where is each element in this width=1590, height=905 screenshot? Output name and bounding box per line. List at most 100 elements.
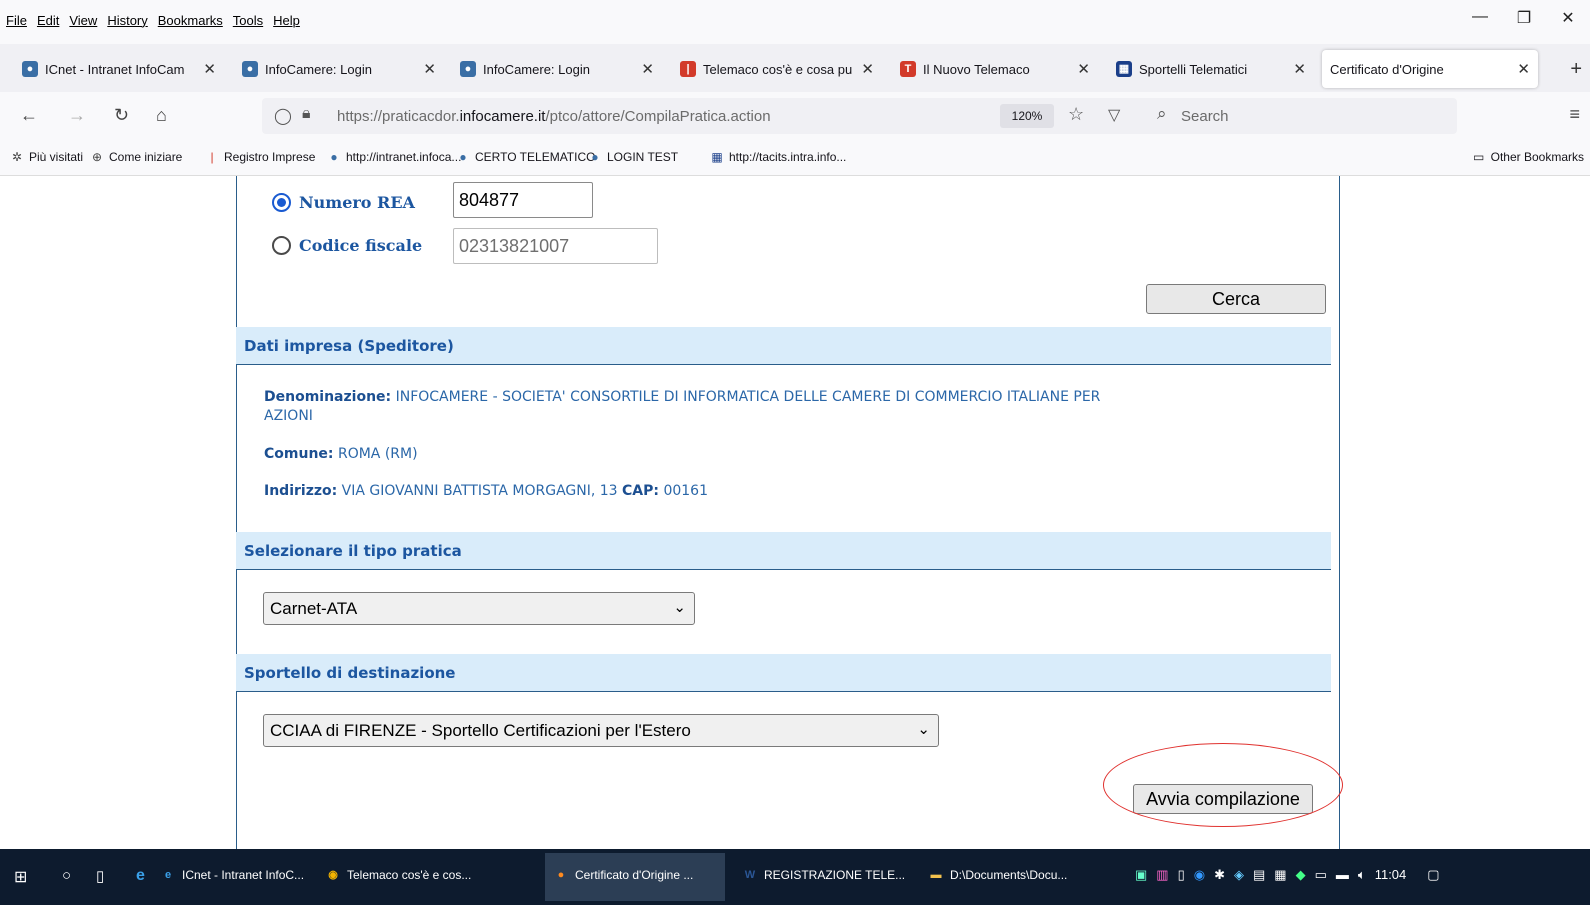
tab-1[interactable]: ● InfoCamere: Login ✕ xyxy=(234,50,444,88)
telemaco-t-icon: T xyxy=(900,61,916,77)
zoom-level[interactable]: 120% xyxy=(1000,104,1054,128)
infocamere-icon: ● xyxy=(330,150,338,164)
taskbar-item[interactable]: ▬ D:\Documents\Docu... xyxy=(920,853,1125,901)
close-tab-icon[interactable]: ✕ xyxy=(1077,60,1090,78)
codice-fiscale-input[interactable] xyxy=(453,228,658,264)
lock-icon[interactable]: 🔒︎ xyxy=(302,105,311,123)
rea-radio[interactable] xyxy=(272,193,291,212)
folder-icon: ▭ xyxy=(1472,150,1485,164)
tray-app-icon[interactable]: ▥ xyxy=(1156,867,1168,883)
cerca-button[interactable]: Cerca xyxy=(1146,284,1326,314)
task-view-icon[interactable]: ▯ xyxy=(96,867,104,885)
hp-icon[interactable]: ◉ xyxy=(1194,867,1205,883)
new-tab-button[interactable]: + xyxy=(1570,58,1582,81)
sportello-value: CCIAA di FIRENZE - Sportello Certificazi… xyxy=(270,721,691,740)
sportelli-icon: ▦ xyxy=(711,150,723,164)
bookmark-item[interactable]: ● LOGIN TEST xyxy=(588,150,678,164)
security-icon[interactable]: ◆ xyxy=(1296,867,1306,883)
menu-view[interactable]: View xyxy=(69,13,97,28)
bookmark-item[interactable]: ✲ Più visitati xyxy=(10,150,83,164)
url-bar[interactable]: ◯ 🔒︎ https://praticacdor.infocamere.it/p… xyxy=(262,98,1457,134)
menu-icon[interactable]: ≡ xyxy=(1569,104,1580,125)
tab-label: Sportelli Telematici xyxy=(1139,61,1248,77)
bookmark-label: Come iniziare xyxy=(109,150,183,164)
tracking-shield-icon[interactable]: ◯ xyxy=(274,106,292,126)
restore-button[interactable]: ❐ xyxy=(1502,8,1546,28)
taskbar-label: ICnet - Intranet InfoC... xyxy=(182,868,305,882)
word-icon: W xyxy=(744,869,756,881)
tray-app-icon[interactable]: ▦ xyxy=(1274,867,1286,883)
taskbar-item[interactable]: W REGISTRAZIONE TELE... xyxy=(734,853,914,901)
bookmark-label: LOGIN TEST xyxy=(607,150,679,164)
bookmarks-bar: ▭ Other Bookmarks ✲ Più visitati ⊕ Come ini… xyxy=(0,140,1590,176)
menu-file[interactable]: File xyxy=(6,13,27,28)
bookmark-label: http://intranet.infoca... xyxy=(346,150,462,164)
url-text[interactable]: https://praticacdor.infocamere.it/ptco/a… xyxy=(337,108,771,125)
avvia-compilazione-button[interactable]: Avvia compilazione xyxy=(1133,784,1313,814)
tray-app-icon[interactable]: ▯ xyxy=(1178,867,1185,883)
tab-label: Il Nuovo Telemaco xyxy=(923,61,1030,77)
tab-6[interactable]: Certificato d'Origine ✕ xyxy=(1322,50,1538,88)
codice-fiscale-radio[interactable] xyxy=(272,236,291,255)
other-bookmarks[interactable]: ▭ Other Bookmarks xyxy=(1472,150,1584,164)
close-tab-icon[interactable]: ✕ xyxy=(861,60,874,78)
bookmark-star-icon[interactable]: ☆ xyxy=(1068,104,1084,125)
tab-0[interactable]: ● ICnet - Intranet InfoCam ✕ xyxy=(14,50,224,88)
back-icon[interactable]: ← xyxy=(20,105,38,126)
ie-icon: e xyxy=(164,869,172,881)
search-icon[interactable]: ○ xyxy=(62,867,71,884)
menu-history[interactable]: History xyxy=(107,13,147,28)
folder-icon: ▬ xyxy=(930,869,942,881)
bookmark-item[interactable]: ▦ http://tacits.intra.info... xyxy=(710,150,846,164)
taskbar-item[interactable]: ◉ Telemaco cos'è e cos... xyxy=(317,853,532,901)
navigation-bar: ← → ↻ ⌂ ◯ 🔒︎ https://praticacdor.infocam… xyxy=(0,92,1590,140)
bookmark-label: CERTO TELEMATICO xyxy=(475,150,596,164)
volume-icon[interactable]: 🔈︎ xyxy=(1358,867,1366,883)
search-placeholder[interactable]: Search xyxy=(1181,108,1229,125)
close-tab-icon[interactable]: ✕ xyxy=(641,60,654,78)
chrome-icon: ◉ xyxy=(328,869,338,881)
reload-icon[interactable]: ↻ xyxy=(114,105,129,126)
taskbar-item[interactable]: e ICnet - Intranet InfoC... xyxy=(152,853,312,901)
menu-edit[interactable]: Edit xyxy=(37,13,59,28)
menu-help[interactable]: Help xyxy=(273,13,300,28)
taskbar-label: Telemaco cos'è e cos... xyxy=(347,868,472,882)
tray-app-icon[interactable]: ◈ xyxy=(1234,867,1244,883)
sportello-select[interactable]: CCIAA di FIRENZE - Sportello Certificazi… xyxy=(263,714,939,747)
denominazione: Denominazione: INFOCAMERE - SOCIETA' CON… xyxy=(264,389,1101,424)
close-tab-icon[interactable]: ✕ xyxy=(1293,60,1306,78)
taskbar-item[interactable]: ● Certificato d'Origine ... xyxy=(545,853,725,901)
indirizzo: Indirizzo: VIA GIOVANNI BATTISTA MORGAGN… xyxy=(264,483,708,499)
forward-icon[interactable]: → xyxy=(68,105,86,126)
close-window-button[interactable]: ✕ xyxy=(1546,8,1590,28)
bookmark-item[interactable]: ⊕ Come iniziare xyxy=(90,150,182,164)
bookmark-item[interactable]: | Registro Imprese xyxy=(205,150,315,164)
battery-icon[interactable]: ▬ xyxy=(1336,867,1349,883)
close-tab-icon[interactable]: ✕ xyxy=(423,60,436,78)
menu-bookmarks[interactable]: Bookmarks xyxy=(158,13,223,28)
minimize-button[interactable]: — xyxy=(1458,8,1502,28)
tipo-pratica-select[interactable]: Carnet-ATA ⌄ xyxy=(263,592,695,625)
tab-5[interactable]: ▦ Sportelli Telematici ✕ xyxy=(1108,50,1314,88)
network-icon[interactable]: ▭ xyxy=(1315,867,1327,883)
bluetooth-icon[interactable]: ✱ xyxy=(1214,867,1225,883)
registro-icon: | xyxy=(210,150,214,164)
tab-2[interactable]: ● InfoCamere: Login ✕ xyxy=(452,50,662,88)
tab-4[interactable]: T Il Nuovo Telemaco ✕ xyxy=(892,50,1098,88)
comune: Comune: ROMA (RM) xyxy=(264,446,418,462)
bookmark-item[interactable]: ● http://intranet.infoca... xyxy=(327,150,461,164)
windows-start-icon[interactable]: ⊞ xyxy=(14,867,27,887)
bookmark-item[interactable]: ● CERTO TELEMATICO xyxy=(456,150,595,164)
clock[interactable]: 11:04 xyxy=(1375,867,1407,883)
menu-tools[interactable]: Tools xyxy=(233,13,263,28)
close-tab-icon[interactable]: ✕ xyxy=(1517,60,1530,78)
edge-icon[interactable]: e xyxy=(136,867,145,885)
close-tab-icon[interactable]: ✕ xyxy=(203,60,216,78)
tray-app-icon[interactable]: ▣ xyxy=(1135,867,1147,883)
notifications-icon[interactable]: ▢ xyxy=(1427,867,1439,883)
rea-input[interactable] xyxy=(453,182,593,218)
tray-app-icon[interactable]: ▤ xyxy=(1253,867,1265,883)
home-icon[interactable]: ⌂ xyxy=(156,105,167,126)
tab-3[interactable]: | Telemaco cos'è e cosa pu ✕ xyxy=(672,50,882,88)
pocket-icon[interactable]: ▽ xyxy=(1108,105,1120,125)
